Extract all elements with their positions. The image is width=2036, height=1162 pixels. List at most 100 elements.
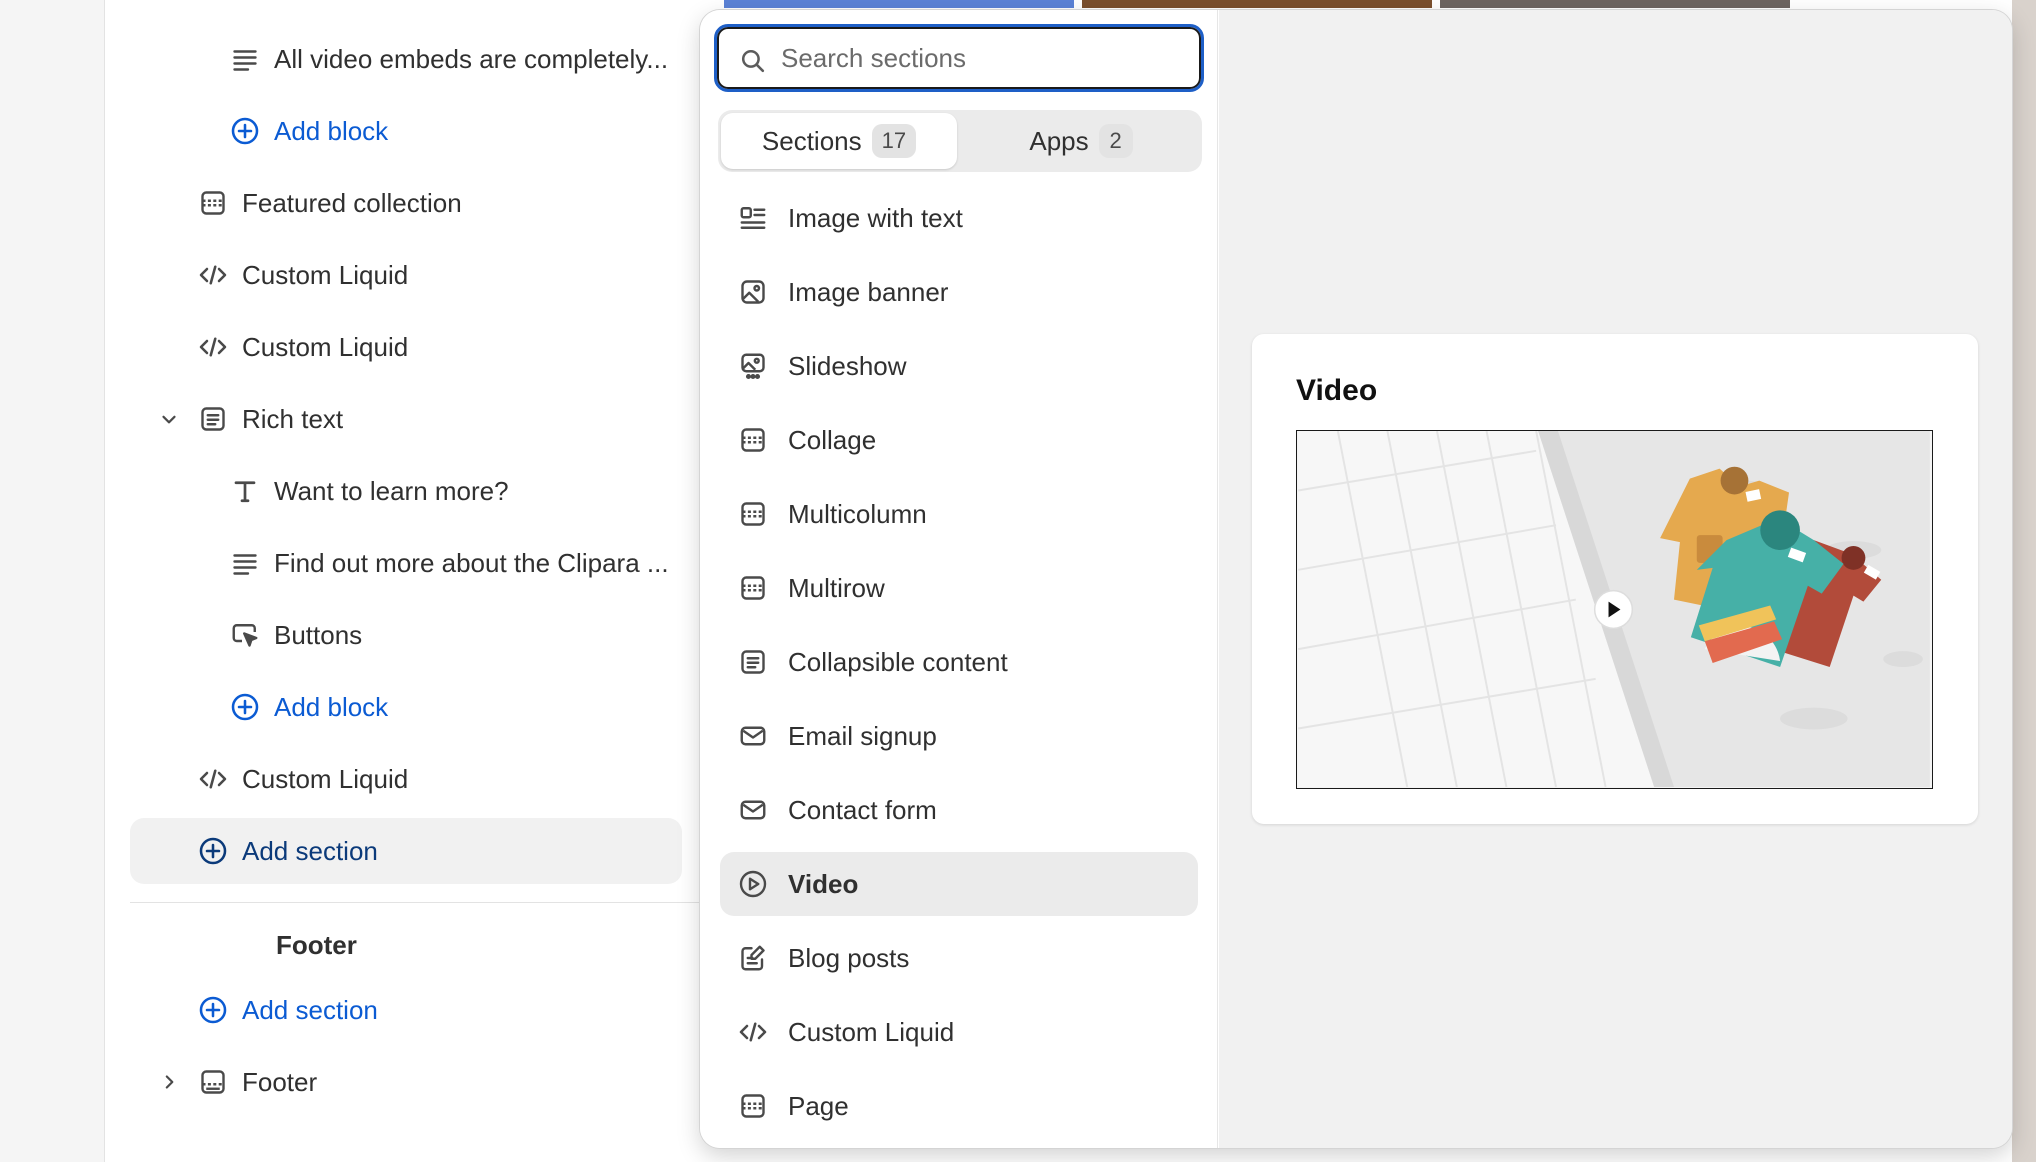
section-layout-icon	[738, 499, 768, 529]
rich-text-icon	[738, 647, 768, 677]
code-icon	[738, 1017, 768, 1047]
section-option-label: Contact form	[788, 794, 937, 825]
section-option-video[interactable]: Video	[720, 852, 1198, 916]
code-icon	[198, 764, 228, 794]
section-layout-icon	[198, 188, 228, 218]
section-option-label: Video	[788, 868, 859, 899]
add-section-button[interactable]: Add section	[130, 818, 682, 884]
section-list-pane: Sections 17 Apps 2 Image with text Image…	[700, 10, 1218, 1148]
section-option-email-signup[interactable]: Email signup	[720, 704, 1198, 768]
search-icon	[739, 47, 767, 75]
section-option-blog-posts[interactable]: Blog posts	[720, 926, 1198, 990]
video-illustration	[1297, 431, 1930, 787]
code-icon	[198, 332, 228, 362]
section-option-contact-form[interactable]: Contact form	[720, 778, 1198, 842]
section-option-image-with-text[interactable]: Image with text	[720, 186, 1198, 250]
text-lines-icon	[230, 548, 260, 578]
section-tree: All video embeds are completely... Add b…	[106, 0, 806, 1162]
storefront-image-edge	[724, 0, 1074, 8]
text-heading-icon	[230, 476, 260, 506]
add-section-label: Add section	[242, 835, 378, 866]
tree-row-label: Custom Liquid	[242, 331, 409, 362]
plus-circle-icon	[230, 116, 260, 146]
tree-row-heading-block[interactable]: Want to learn more?	[130, 458, 788, 524]
tree-row-custom-liquid[interactable]: Custom Liquid	[130, 242, 788, 308]
plus-circle-icon	[230, 692, 260, 722]
tree-row-label: Custom Liquid	[242, 259, 409, 290]
section-option-label: Slideshow	[788, 350, 907, 381]
tree-row-custom-liquid[interactable]: Custom Liquid	[130, 746, 788, 812]
slideshow-icon	[738, 351, 768, 381]
tree-row-label: All video embeds are completely...	[274, 43, 669, 74]
section-option-label: Image with text	[788, 202, 963, 233]
tab-label: Apps	[1029, 125, 1089, 156]
count-badge: 17	[871, 124, 917, 158]
section-option-multirow[interactable]: Multirow	[720, 556, 1198, 620]
section-option-label: Blog posts	[788, 942, 910, 973]
count-badge: 2	[1098, 124, 1133, 158]
section-layout-icon	[738, 573, 768, 603]
tab-apps[interactable]: Apps 2	[963, 113, 1199, 169]
text-lines-icon	[230, 44, 260, 74]
tree-row-text-block[interactable]: Find out more about the Clipara ...	[130, 530, 788, 596]
add-block-button[interactable]: Add block	[130, 98, 788, 164]
section-option-label: Custom Liquid	[788, 1016, 955, 1047]
tree-row-label: Rich text	[242, 403, 344, 434]
storefront-preview-edge	[2012, 0, 2036, 1162]
section-option-label: Image banner	[788, 276, 949, 307]
section-option-label: Email signup	[788, 720, 937, 751]
image-with-text-icon	[738, 203, 768, 233]
section-option-collage[interactable]: Collage	[720, 408, 1198, 472]
section-option-multicolumn[interactable]: Multicolumn	[720, 482, 1198, 546]
section-option-label: Collapsible content	[788, 646, 1008, 677]
storefront-image-edge	[1440, 0, 1790, 8]
tree-row-label: Footer	[242, 1066, 318, 1097]
button-cursor-icon	[230, 620, 260, 650]
section-option-collapsible-content[interactable]: Collapsible content	[720, 630, 1198, 694]
tree-row-buttons-block[interactable]: Buttons	[130, 602, 788, 668]
tree-row-label: Custom Liquid	[242, 763, 409, 794]
add-block-label: Add block	[274, 115, 389, 146]
footer-add-section-button[interactable]: Add section	[130, 977, 788, 1043]
tab-label: Sections	[761, 125, 862, 156]
envelope-icon	[738, 721, 768, 751]
tree-row-rich-text[interactable]: Rich text	[130, 386, 788, 452]
tree-row-video-embeds-text[interactable]: All video embeds are completely...	[130, 26, 788, 92]
section-option-slideshow[interactable]: Slideshow	[720, 334, 1198, 398]
chevron-right-icon[interactable]	[158, 1071, 180, 1093]
section-picker-popover: Sections 17 Apps 2 Image with text Image…	[700, 10, 2012, 1148]
footer-layout-icon	[198, 1067, 228, 1097]
section-option-image-banner[interactable]: Image banner	[720, 260, 1198, 324]
plus-circle-icon	[198, 836, 228, 866]
tree-row-custom-liquid[interactable]: Custom Liquid	[130, 314, 788, 380]
add-block-label: Add block	[274, 691, 389, 722]
footer-group-title: Footer	[276, 930, 357, 960]
image-banner-icon	[738, 277, 768, 307]
tree-row-label: Find out more about the Clipara ...	[274, 547, 669, 578]
code-icon	[198, 260, 228, 290]
left-gutter	[0, 0, 105, 1162]
play-circle-icon	[738, 869, 768, 899]
section-option-custom-liquid[interactable]: Custom Liquid	[720, 1000, 1198, 1064]
section-layout-icon	[738, 425, 768, 455]
section-option-label: Page	[788, 1090, 849, 1121]
rich-text-icon	[198, 404, 228, 434]
tree-row-featured-collection[interactable]: Featured collection	[130, 170, 788, 236]
search-field[interactable]	[714, 24, 1204, 92]
add-block-button[interactable]: Add block	[130, 674, 788, 740]
plus-circle-icon	[198, 995, 228, 1025]
section-option-label: Multicolumn	[788, 498, 927, 529]
add-section-label: Add section	[242, 994, 378, 1025]
search-input[interactable]	[781, 37, 1181, 79]
section-option-label: Collage	[788, 424, 877, 455]
chevron-down-icon[interactable]	[158, 408, 180, 430]
section-preview-pane: Video	[1219, 10, 2012, 1148]
preview-title: Video	[1296, 374, 1378, 407]
preview-card: Video	[1252, 334, 1978, 824]
blog-edit-icon	[738, 943, 768, 973]
tree-row-footer[interactable]: Footer	[130, 1049, 788, 1115]
tab-sections[interactable]: Sections 17	[721, 113, 957, 169]
section-option-page[interactable]: Page	[720, 1074, 1198, 1138]
section-layout-icon	[738, 1091, 768, 1121]
video-preview-thumbnail	[1296, 430, 1933, 789]
